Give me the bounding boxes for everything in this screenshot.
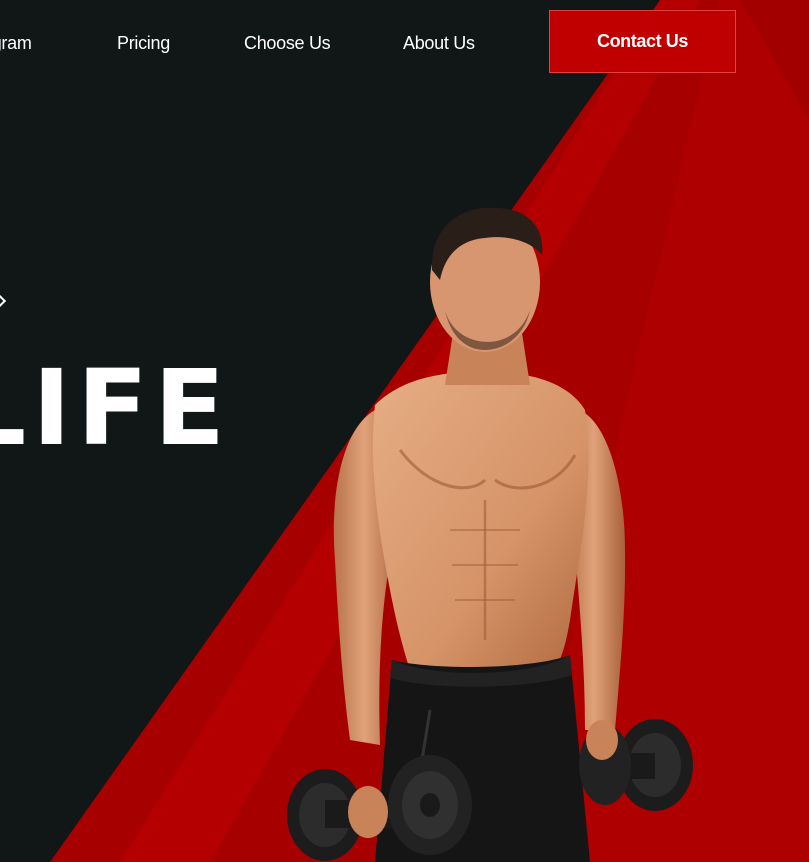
nav-link-about-us[interactable]: About Us — [403, 31, 475, 55]
contact-us-button[interactable]: Contact Us — [549, 10, 736, 73]
top-navigation: ogram Pricing Choose Us About Us Contact… — [0, 0, 809, 86]
nav-link-pricing[interactable]: Pricing — [117, 31, 170, 55]
nav-link-program[interactable]: ogram — [0, 31, 32, 55]
hero-headline: LIFE — [0, 347, 232, 469]
athlete-image — [287, 207, 693, 862]
dumbbell-right — [579, 719, 693, 811]
nav-link-choose-us[interactable]: Choose Us — [244, 31, 331, 55]
hero-section: ogram Pricing Choose Us About Us Contact… — [0, 0, 809, 862]
